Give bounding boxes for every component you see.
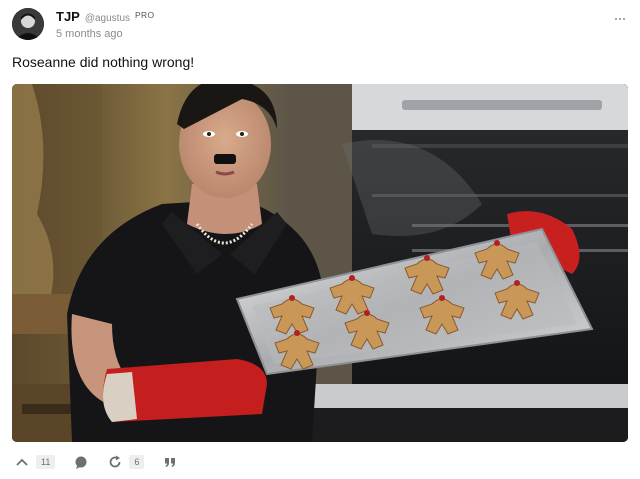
action-bar: 11 6	[14, 452, 196, 472]
comment-bubble-icon	[73, 454, 89, 470]
author-name[interactable]: TJP	[56, 9, 80, 24]
post-timestamp: 5 months ago	[56, 28, 123, 40]
share-count: 6	[129, 455, 145, 469]
quote-icon	[162, 454, 178, 470]
avatar[interactable]	[12, 8, 44, 40]
chevron-up-icon	[14, 454, 30, 470]
upvote-count: 11	[36, 455, 56, 469]
pro-badge: PRO	[135, 10, 155, 20]
comment-button[interactable]	[73, 454, 89, 470]
quote-button[interactable]	[162, 454, 178, 470]
repost-icon	[107, 454, 123, 470]
post-image[interactable]	[12, 84, 628, 442]
post-header: TJP @agustus PRO 5 months ago	[12, 8, 628, 44]
share-button[interactable]: 6	[107, 454, 145, 470]
author-meta: TJP @agustus PRO 5 months ago	[56, 9, 154, 40]
author-handle[interactable]: @agustus	[85, 13, 130, 24]
more-dots-icon[interactable]	[612, 12, 628, 26]
upvote-button[interactable]: 11	[14, 454, 56, 470]
post-card: TJP @agustus PRO 5 months ago Roseanne d…	[0, 0, 640, 479]
post-text: Roseanne did nothing wrong!	[12, 54, 195, 70]
